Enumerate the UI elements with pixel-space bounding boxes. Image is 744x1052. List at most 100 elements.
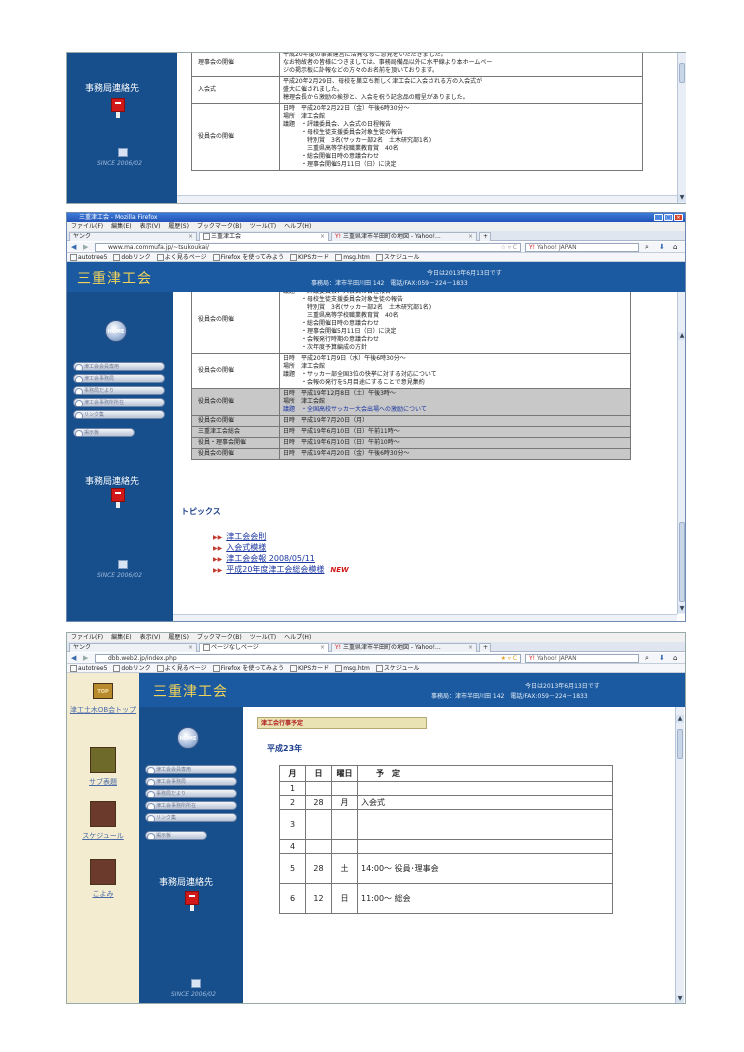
bookmark-item[interactable]: Firefox を使ってみよう (212, 253, 284, 261)
star-icon[interactable]: ★ ▿ C (501, 655, 517, 662)
side-link[interactable]: スケジュール (67, 801, 139, 841)
nav-button[interactable]: 掲示板 (145, 831, 207, 840)
topic-item[interactable]: ▶▶ 津工会会報 2008/05/11 (213, 554, 349, 565)
panel-1-hscrollbar[interactable] (177, 195, 677, 203)
menu-item[interactable]: ヘルプ(H) (284, 633, 311, 642)
tab-mie-tsukokai[interactable]: 三重津工会 × (199, 232, 329, 241)
scroll-up-arrow[interactable]: ▲ (676, 715, 684, 723)
bookmark-item[interactable]: Firefox を使ってみよう (212, 664, 284, 672)
bookmark-item[interactable]: スケジュール (375, 253, 419, 261)
menu-item[interactable]: ブックマーク(B) (197, 222, 242, 231)
scroll-thumb[interactable] (679, 522, 685, 602)
tab-no-page[interactable]: ページなしページ × (199, 643, 329, 652)
window-titlebar[interactable]: 三重津工会 - Mozilla Firefox _ □ ✕ (67, 213, 685, 222)
nav-button[interactable]: リンク集 (73, 410, 165, 419)
star-icon[interactable]: ☆ ▿ C (501, 244, 517, 251)
menu-item[interactable]: 履歴(S) (168, 222, 189, 231)
bookmark-item[interactable]: msg.htm (335, 664, 370, 672)
tab-yank[interactable]: ヤンク × (69, 643, 197, 652)
menu-item[interactable]: ブックマーク(B) (197, 633, 242, 642)
nav-button[interactable]: 事務局だより (73, 386, 165, 395)
scroll-up-arrow[interactable]: ▲ (678, 332, 685, 340)
nav-button[interactable]: リンク集 (145, 813, 237, 822)
topic-link[interactable]: 津工会会報 2008/05/11 (226, 554, 315, 563)
panel-2-scrollbar[interactable]: ▲ ▼ (677, 292, 685, 614)
side-link-label[interactable]: サブ表題 (67, 777, 139, 787)
tab-yahoo-map[interactable]: Y! 三重県津市半田町の地図 - Yahoo!... × (331, 232, 477, 241)
back-icon[interactable]: ◀ (71, 243, 76, 251)
panel-1-scrollbar[interactable]: ▼ (677, 53, 686, 203)
contact-office-label[interactable]: 事務局連絡先 (85, 474, 139, 487)
download-icon[interactable]: ⬇ (659, 654, 665, 662)
tab-yank[interactable]: ヤンク × (69, 232, 197, 241)
mailbox-icon[interactable] (111, 488, 125, 508)
panel-3-scrollbar[interactable]: ▲ ▼ (675, 707, 684, 1003)
topic-item[interactable]: ▶▶ 平成20年度津工会総会模様 NEW (213, 565, 349, 576)
bookmark-item[interactable]: KIPSカード (290, 253, 329, 261)
home-button[interactable]: HOME (177, 727, 199, 749)
side-link[interactable]: TOP 津工土木OB会トップ (67, 683, 139, 715)
nav-button[interactable]: 事務局だより (145, 789, 237, 798)
home-button[interactable]: HOME (105, 320, 127, 342)
menu-item[interactable]: ツール(T) (250, 222, 276, 231)
mailbox-icon[interactable] (111, 98, 125, 118)
side-link-label[interactable]: 津工土木OB会トップ (67, 705, 139, 715)
search-icon[interactable]: ⌕ (645, 243, 649, 252)
topic-link[interactable]: 平成20年度津工会総会模様 (226, 565, 324, 574)
minimize-icon[interactable]: _ (654, 214, 663, 221)
search-box[interactable]: Y! Yahoo! JAPAN (525, 243, 639, 252)
search-icon[interactable]: ⌕ (645, 654, 649, 663)
bookmark-item[interactable]: よく見るページ (156, 664, 207, 672)
close-icon[interactable]: ✕ (674, 214, 683, 221)
side-link-label[interactable]: スケジュール (67, 831, 139, 841)
download-icon[interactable]: ⬇ (659, 243, 665, 251)
contact-office-label[interactable]: 事務局連絡先 (159, 875, 213, 888)
side-link-label[interactable]: こよみ (67, 889, 139, 899)
nav-button[interactable]: 掲示板 (73, 428, 135, 437)
bookmark-item[interactable]: autotree5 (70, 664, 107, 672)
new-tab-button[interactable]: + (479, 232, 491, 241)
nav-button[interactable]: 津工会事務所所在 (73, 398, 165, 407)
back-icon[interactable]: ◀ (71, 654, 76, 662)
url-bar[interactable]: www.ma.commufa.jp/~tsukoukai/☆ ▿ C (95, 243, 521, 252)
mailbox-icon[interactable] (185, 891, 199, 911)
topic-link[interactable]: 入会式模様 (226, 543, 266, 552)
news-line[interactable]: 議題 ・全国高校サッカー大会出場への激励について (283, 406, 627, 414)
menu-item[interactable]: 編集(E) (111, 633, 131, 642)
bookmark-item[interactable]: スケジュール (375, 664, 419, 672)
scroll-down-arrow[interactable]: ▼ (676, 995, 684, 1003)
side-link[interactable]: こよみ (67, 859, 139, 899)
nav-button[interactable]: 津工会会員専用 (73, 362, 165, 371)
menu-item[interactable]: 編集(E) (111, 222, 131, 231)
menu-item[interactable]: ヘルプ(H) (284, 222, 311, 231)
search-box[interactable]: Y! Yahoo! JAPAN (525, 654, 639, 663)
topic-item[interactable]: ▶▶ 津工会会則 (213, 532, 349, 543)
home-icon[interactable]: ⌂ (673, 243, 677, 251)
nav-button[interactable]: 津工会事務所所在 (145, 801, 237, 810)
forward-icon[interactable]: ▶ (83, 654, 88, 662)
new-tab-button[interactable]: + (479, 643, 491, 652)
menu-item[interactable]: ファイル(F) (71, 222, 103, 231)
scroll-thumb[interactable] (679, 63, 685, 83)
menu-item[interactable]: 表示(V) (140, 633, 161, 642)
bookmark-item[interactable]: よく見るページ (156, 253, 207, 261)
bookmark-item[interactable]: dobリンク (113, 664, 151, 672)
nav-button[interactable]: 津工会事務局 (73, 374, 165, 383)
nav-button[interactable]: 津工会事務局 (145, 777, 237, 786)
menu-item[interactable]: 表示(V) (140, 222, 161, 231)
panel-2-hscrollbar[interactable] (173, 614, 677, 621)
scroll-down-arrow[interactable]: ▼ (678, 194, 686, 202)
bookmark-item[interactable]: autotree5 (70, 253, 107, 261)
forward-icon[interactable]: ▶ (83, 243, 88, 251)
bookmark-item[interactable]: dobリンク (113, 253, 151, 261)
scroll-thumb[interactable] (677, 729, 683, 759)
maximize-icon[interactable]: □ (664, 214, 673, 221)
menu-item[interactable]: ツール(T) (250, 633, 276, 642)
bookmark-item[interactable]: msg.htm (335, 253, 370, 261)
url-bar[interactable]: dbb.web2.jp/index.php ★ ▿ C (95, 654, 521, 663)
tab-yahoo-map[interactable]: Y! 三重県津市半田町の地図 - Yahoo!... × (331, 643, 477, 652)
menu-item[interactable]: ファイル(F) (71, 633, 103, 642)
scroll-down-arrow[interactable]: ▼ (678, 605, 685, 613)
contact-office-label[interactable]: 事務局連絡先 (85, 81, 139, 94)
side-link[interactable]: サブ表題 (67, 747, 139, 787)
